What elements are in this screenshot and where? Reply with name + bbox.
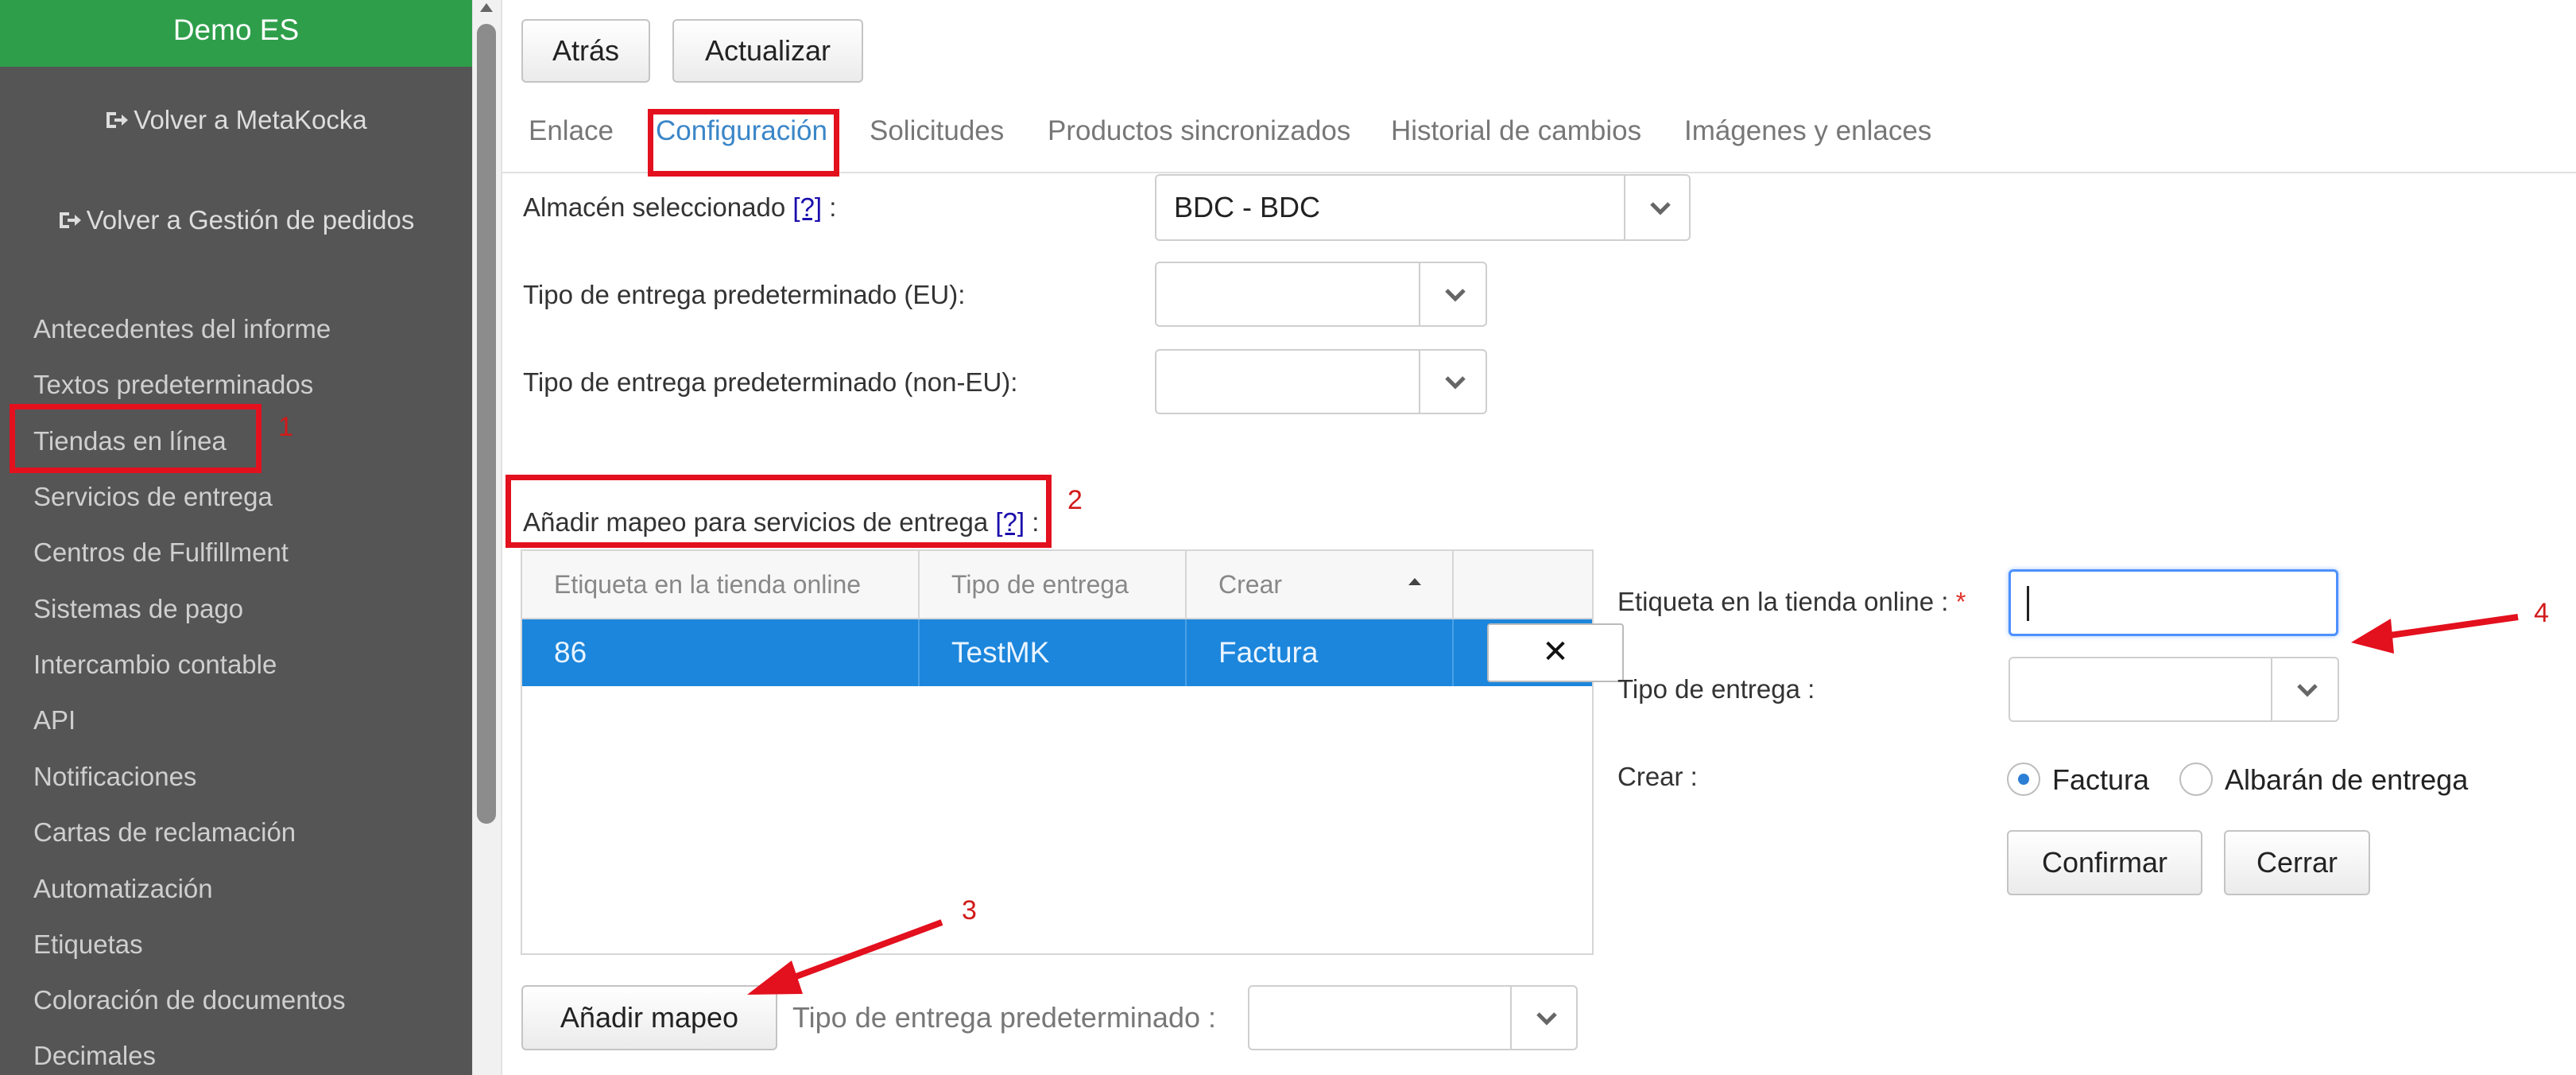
radio-invoice[interactable] [2007, 763, 2040, 796]
select-divider [1510, 987, 1512, 1049]
column-header-actions [1454, 551, 1592, 618]
radio-invoice-label[interactable]: Factura [2052, 763, 2149, 797]
back-to-orders-link[interactable]: Volver a Gestión de pedidos [0, 205, 472, 235]
sidebar: Demo ES Volver a MetaKocka Volver a Gest… [0, 0, 472, 1075]
sidebar-item-default-texts[interactable]: Textos predeterminados [33, 369, 313, 401]
select-divider [1624, 176, 1625, 239]
default-delivery-select[interactable] [1248, 985, 1578, 1050]
cell-online-label: 86 [522, 619, 920, 686]
delivery-eu-select[interactable] [1155, 262, 1487, 327]
radio-delivery-note[interactable] [2179, 763, 2213, 796]
back-to-metakocka-label: Volver a MetaKocka [134, 105, 367, 134]
sidebar-item-complaint-letters[interactable]: Cartas de reclamación [33, 817, 296, 848]
confirm-button[interactable]: Confirmar [2007, 830, 2202, 895]
add-mapping-button[interactable]: Añadir mapeo [521, 985, 777, 1050]
sidebar-item-accounting-exchange[interactable]: Intercambio contable [33, 649, 277, 681]
highlight-configuration-tab [648, 109, 839, 177]
grid-header: Etiqueta en la tienda online Tipo de ent… [522, 551, 1592, 619]
sidebar-item-notifications[interactable]: Notificaciones [33, 761, 196, 793]
highlight-online-stores [10, 404, 261, 473]
online-label-field-label: Etiqueta en la tienda online : * [1617, 587, 1966, 616]
chevron-down-icon [1536, 1012, 1557, 1026]
sidebar-item-labels[interactable]: Etiquetas [33, 929, 143, 961]
delivery-noneu-select[interactable] [1155, 349, 1487, 414]
delivery-type-label: Tipo de entrega : [1617, 674, 1815, 704]
annotation-number-1: 1 [278, 412, 293, 442]
main-divider [501, 0, 502, 1075]
cell-create: Factura [1187, 619, 1454, 686]
sidebar-item-payment-systems[interactable]: Sistemas de pago [33, 593, 243, 625]
column-header-create[interactable]: Crear [1187, 551, 1454, 618]
delete-row-button[interactable]: ✕ [1487, 623, 1624, 682]
delivery-type-select[interactable] [2009, 657, 2339, 722]
column-header-online-label[interactable]: Etiqueta en la tienda online [522, 551, 920, 618]
online-label-input[interactable] [2009, 569, 2338, 636]
highlight-mapping-label [506, 475, 1052, 548]
sidebar-item-api[interactable]: API [33, 704, 76, 736]
sidebar-item-report-background[interactable]: Antecedentes del informe [33, 313, 331, 345]
scroll-up-arrow-icon[interactable] [480, 3, 493, 12]
annotation-number-3: 3 [962, 895, 977, 926]
cell-delivery-type: TestMK [920, 619, 1187, 686]
tab-requests[interactable]: Solicitudes [870, 115, 1004, 147]
back-button[interactable]: Atrás [521, 19, 650, 83]
sort-asc-icon [1408, 578, 1421, 585]
scrollbar-thumb[interactable] [477, 24, 496, 824]
sidebar-item-delivery-services[interactable]: Servicios de entrega [33, 481, 273, 513]
mapping-grid: Etiqueta en la tienda online Tipo de ent… [521, 549, 1624, 955]
chevron-down-icon [2297, 684, 2318, 697]
warehouse-label: Almacén seleccionado [?] : [523, 192, 837, 222]
chevron-down-icon [1445, 376, 1466, 390]
radio-delivery-note-label[interactable]: Albarán de entrega [2225, 763, 2468, 797]
tab-change-history[interactable]: Historial de cambios [1391, 115, 1641, 147]
tab-synced-products[interactable]: Productos sincronizados [1048, 115, 1350, 147]
select-divider [1419, 351, 1420, 413]
text-caret [2027, 586, 2029, 621]
select-divider [1419, 263, 1420, 325]
default-delivery-label: Tipo de entrega predeterminado : [792, 1001, 1217, 1034]
chevron-down-icon [1445, 289, 1466, 302]
required-mark: * [1955, 587, 1966, 616]
refresh-button[interactable]: Actualizar [672, 19, 863, 83]
sidebar-item-document-coloring[interactable]: Coloración de documentos [33, 984, 346, 1016]
chevron-down-icon [1650, 202, 1671, 215]
warehouse-select-value: BDC - BDC [1174, 191, 1321, 223]
close-button[interactable]: Cerrar [2224, 830, 2370, 895]
brand-title: Demo ES [0, 0, 472, 67]
annotation-number-4: 4 [2534, 598, 2549, 628]
warehouse-help-link[interactable]: [?] [792, 192, 822, 222]
tab-link[interactable]: Enlace [529, 115, 614, 147]
sign-out-icon [107, 112, 129, 128]
back-to-metakocka-link[interactable]: Volver a MetaKocka [0, 105, 472, 135]
create-label: Crear : [1617, 762, 1698, 791]
sidebar-item-fulfillment-centers[interactable]: Centros de Fulfillment [33, 537, 289, 569]
sidebar-item-decimals[interactable]: Decimales [33, 1040, 156, 1072]
warehouse-select[interactable]: BDC - BDC [1155, 174, 1691, 241]
arrow-icon [2351, 614, 2519, 654]
close-icon: ✕ [1542, 635, 1569, 669]
select-divider [2271, 658, 2272, 720]
delivery-eu-label: Tipo de entrega predeterminado (EU): [523, 280, 966, 309]
tab-images-links[interactable]: Imágenes y enlaces [1684, 115, 1931, 147]
delivery-noneu-label: Tipo de entrega predeterminado (non-EU): [523, 367, 1018, 397]
sign-out-icon [59, 212, 81, 228]
annotation-number-2: 2 [1067, 485, 1083, 515]
table-row[interactable]: 86 TestMK Factura ✕ [522, 619, 1624, 686]
back-to-orders-label: Volver a Gestión de pedidos [86, 205, 415, 235]
column-header-delivery-type[interactable]: Tipo de entrega [920, 551, 1187, 618]
sidebar-item-automation[interactable]: Automatización [33, 873, 213, 905]
